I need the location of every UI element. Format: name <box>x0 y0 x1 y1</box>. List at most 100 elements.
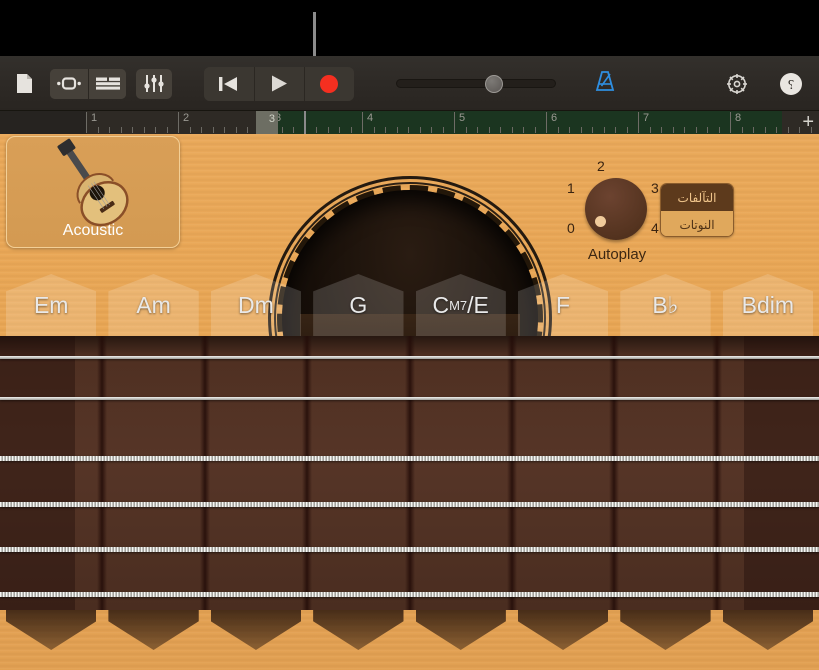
help-button[interactable]: ? <box>775 69 807 99</box>
chord-strip-Em[interactable]: Em <box>0 274 102 336</box>
fret-line <box>507 336 517 610</box>
ruler-tick <box>604 127 605 133</box>
ruler-tick <box>374 127 375 133</box>
autoplay-pos-0: 0 <box>567 220 575 236</box>
play-icon <box>271 75 288 92</box>
ruler-tick <box>489 127 490 133</box>
ruler-tick <box>443 127 444 133</box>
fret-line <box>97 336 107 610</box>
chord-strip-B[interactable]: B♭ <box>614 274 716 336</box>
ruler-tick <box>753 127 754 133</box>
chord-bottom-chevron-shape <box>620 610 710 650</box>
chord-strip-Bdim[interactable]: Bdim <box>717 274 819 336</box>
instrument-selector-card[interactable]: Acoustic <box>6 136 180 248</box>
ruler-tick <box>132 127 133 133</box>
string-1[interactable] <box>0 356 819 359</box>
chord-bottom-chevron[interactable] <box>102 610 204 670</box>
chord-strip-label: Am <box>102 274 204 336</box>
record-button[interactable] <box>304 67 354 101</box>
autoplay-pos-3: 3 <box>651 180 659 196</box>
ruler-tick <box>684 127 685 133</box>
ruler-bar-7: 7 <box>638 112 649 133</box>
chord-bottom-chevron-shape <box>211 610 301 650</box>
ruler-bar-2: 2 <box>178 112 189 133</box>
chord-bottom-chevron-shape <box>313 610 403 650</box>
autoplay-pos-4: 4 <box>651 220 659 236</box>
top-black-band <box>0 0 819 56</box>
ruler-tick <box>569 127 570 133</box>
ruler-bar-8: 8 <box>730 112 741 133</box>
ruler-tick <box>282 127 283 133</box>
ruler-tick <box>719 127 720 133</box>
chord-bottom-chevron[interactable] <box>0 610 102 670</box>
garageband-smart-guitar-screen: ? 12345678 3 + <box>0 0 819 670</box>
ruler-tick <box>98 127 99 133</box>
autoplay-pos-1: 1 <box>567 180 575 196</box>
master-volume-slider[interactable] <box>396 67 556 101</box>
chord-strip-C[interactable]: CM7/E <box>410 274 512 336</box>
ruler-green-region <box>270 111 782 134</box>
volume-knob[interactable] <box>485 75 503 93</box>
add-track-button[interactable]: + <box>802 113 814 132</box>
ruler-tick <box>408 127 409 133</box>
string-4[interactable] <box>0 502 819 507</box>
ruler-tick <box>144 127 145 133</box>
chord-strip-G[interactable]: G <box>307 274 409 336</box>
ruler-tick <box>466 127 467 133</box>
callout-pointer-line <box>313 12 316 57</box>
ruler-bar-5: 5 <box>454 112 465 133</box>
rewind-button[interactable] <box>204 67 254 101</box>
playhead-marker[interactable]: 3 <box>256 111 278 134</box>
chords-notes-toggle[interactable]: التآلفات النوتات <box>660 183 734 237</box>
ruler-tick <box>592 127 593 133</box>
ruler-tick <box>500 127 501 133</box>
ruler-tick <box>673 127 674 133</box>
autoplay-label: Autoplay <box>561 246 673 263</box>
mode-option-chords[interactable]: التآلفات <box>661 184 733 211</box>
mode-option-notes[interactable]: النوتات <box>661 211 733 237</box>
ruler-tick <box>351 127 352 133</box>
metronome-button[interactable] <box>594 70 616 97</box>
ruler-tick <box>512 127 513 133</box>
ruler-tick <box>765 127 766 133</box>
string-6[interactable] <box>0 592 819 597</box>
chord-strip-Am[interactable]: Am <box>102 274 204 336</box>
ruler-tick <box>627 127 628 133</box>
ruler-tick <box>201 127 202 133</box>
chord-strip-F[interactable]: F <box>512 274 614 336</box>
toolbar-center-group <box>0 56 819 111</box>
chord-bottom-chevron[interactable] <box>512 610 614 670</box>
fretboard[interactable] <box>0 336 819 610</box>
string-3[interactable] <box>0 456 819 461</box>
string-2[interactable] <box>0 397 819 400</box>
chord-strip-label: Bdim <box>717 274 819 336</box>
settings-button[interactable] <box>721 69 753 99</box>
chord-strip-Dm[interactable]: Dm <box>205 274 307 336</box>
volume-track <box>396 79 556 88</box>
chord-bottom-chevron[interactable] <box>205 610 307 670</box>
chord-bottom-chevron[interactable] <box>717 610 819 670</box>
chord-strip-row: EmAmDmGCM7/EFB♭Bdim <box>0 274 819 336</box>
play-button[interactable] <box>254 67 304 101</box>
chord-bottom-chevron-shape <box>723 610 813 650</box>
playhead-bar-number: 3 <box>269 113 275 125</box>
autoplay-knob[interactable] <box>585 178 647 240</box>
instrument-card-label: Acoustic <box>7 222 179 240</box>
chord-bottom-chevron-shape <box>518 610 608 650</box>
toolbar-right-group: ? <box>721 56 807 111</box>
ruler-tick <box>293 127 294 133</box>
ruler-tick <box>523 127 524 133</box>
chord-bottom-chevron[interactable] <box>307 610 409 670</box>
fret-line <box>405 336 415 610</box>
ruler-tick <box>477 127 478 133</box>
ruler[interactable]: 12345678 3 + <box>0 111 819 134</box>
svg-text:?: ? <box>788 78 794 93</box>
chord-strip-label: Em <box>0 274 102 336</box>
string-5[interactable] <box>0 547 819 552</box>
chord-strip-label: G <box>307 274 409 336</box>
chord-bottom-chevron[interactable] <box>410 610 512 670</box>
chord-bottom-chevron[interactable] <box>614 610 716 670</box>
ruler-bar-4: 4 <box>362 112 373 133</box>
ruler-tick <box>799 127 800 133</box>
ruler-tick <box>224 127 225 133</box>
